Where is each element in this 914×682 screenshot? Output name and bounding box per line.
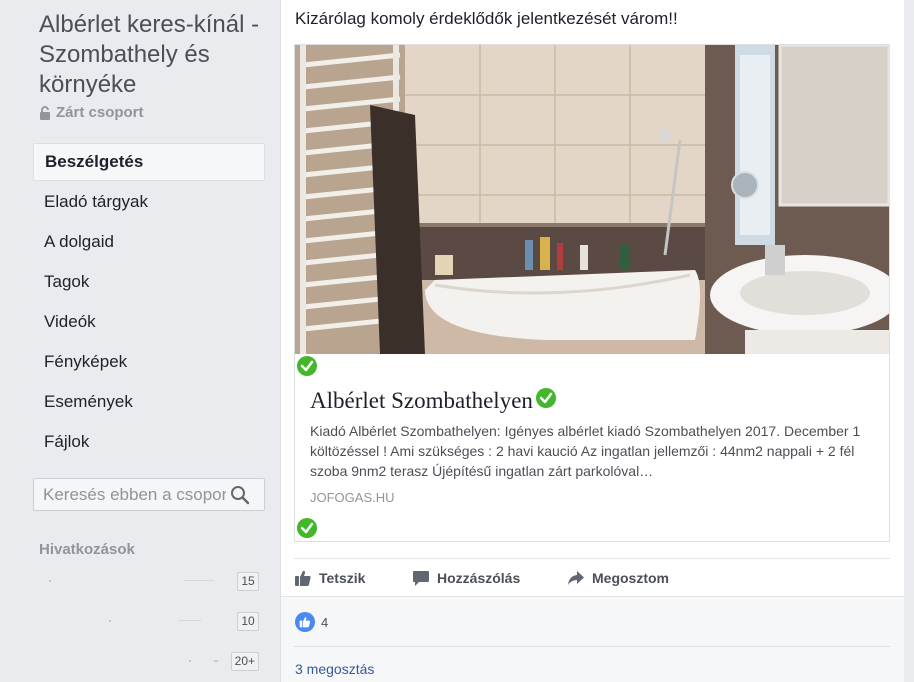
group-search [33,478,265,511]
share-label: Megosztom [592,570,669,586]
shortcuts-title: Hivatkozások [39,541,135,558]
group-search-input[interactable] [34,484,226,505]
share-arrow-icon [568,571,584,585]
blurred-label [49,580,214,582]
nav-item-events[interactable]: Események [33,383,265,423]
nav-item-members[interactable]: Tagok [33,263,265,303]
nav-item-discussion[interactable]: Beszélgetés [33,143,265,181]
verified-check-icon [296,517,318,539]
page-edge [904,0,914,682]
group-privacy: Zárt csoport [39,104,144,121]
like-reaction-icon [295,612,315,632]
nav-item-files[interactable]: Fájlok [33,423,265,463]
nav-item-photos[interactable]: Fényképek [33,343,265,383]
verified-check-icon [296,355,318,377]
shortcut-item[interactable]: 20+ [39,652,259,672]
footer-divider [294,646,890,647]
verified-check-icon [535,387,557,415]
nav-item-videos[interactable]: Videók [33,303,265,343]
reactions-count: 4 [321,614,329,630]
thumbs-up-icon [295,570,311,586]
comment-icon [413,571,429,586]
group-title[interactable]: Albérlet keres-kínál - Szombathely és kö… [39,10,274,100]
like-label: Tetszik [319,570,366,586]
bathroom-photo [295,45,889,354]
link-preview-image[interactable] [295,45,889,354]
nav-item-your-items[interactable]: A dolgaid [33,223,265,263]
lock-icon [39,105,51,120]
nav-item-for-sale[interactable]: Eladó tárgyak [33,183,265,223]
post-actions: Tetszik Hozzászólás Megosztom [294,558,890,596]
search-icon[interactable] [230,485,250,505]
group-nav: Beszélgetés Eladó tárgyak A dolgaid Tago… [33,143,265,463]
link-title[interactable]: Albérlet Szombathelyen [310,387,557,415]
group-privacy-label: Zárt csoport [56,104,144,121]
link-description: Kiadó Albérlet Szombathelyen: Igényes al… [310,423,861,479]
link-title-text[interactable]: Albérlet Szombathelyen [310,388,533,414]
like-button[interactable]: Tetszik [294,569,365,587]
post: Kizárólag komoly érdeklődők jelentkezésé… [280,0,904,682]
blurred-label [109,620,201,622]
shortcut-count-badge: 10 [237,612,259,631]
shares-count-link[interactable]: 3 megosztás [295,661,374,677]
link-preview-card[interactable]: Albérlet Szombathelyen Kiadó Albérlet Sz… [294,44,890,542]
blurred-label [189,660,218,662]
post-text: Kizárólag komoly érdeklődők jelentkezésé… [295,9,678,28]
reactions-summary[interactable]: 4 [295,612,328,632]
shortcut-count-badge: 20+ [230,652,259,671]
group-sidebar: Albérlet keres-kínál - Szombathely és kö… [0,0,280,682]
share-button[interactable]: Megosztom [567,569,669,587]
shortcut-item[interactable]: 10 [39,612,259,632]
shortcut-count-badge: 15 [237,572,259,591]
shortcut-item[interactable]: 15 [39,572,259,592]
comment-button[interactable]: Hozzászólás [412,569,520,587]
comment-label: Hozzászólás [437,570,521,586]
post-footer: 4 3 megosztás [281,596,904,682]
link-domain: JOFOGAS.HU [310,490,395,505]
